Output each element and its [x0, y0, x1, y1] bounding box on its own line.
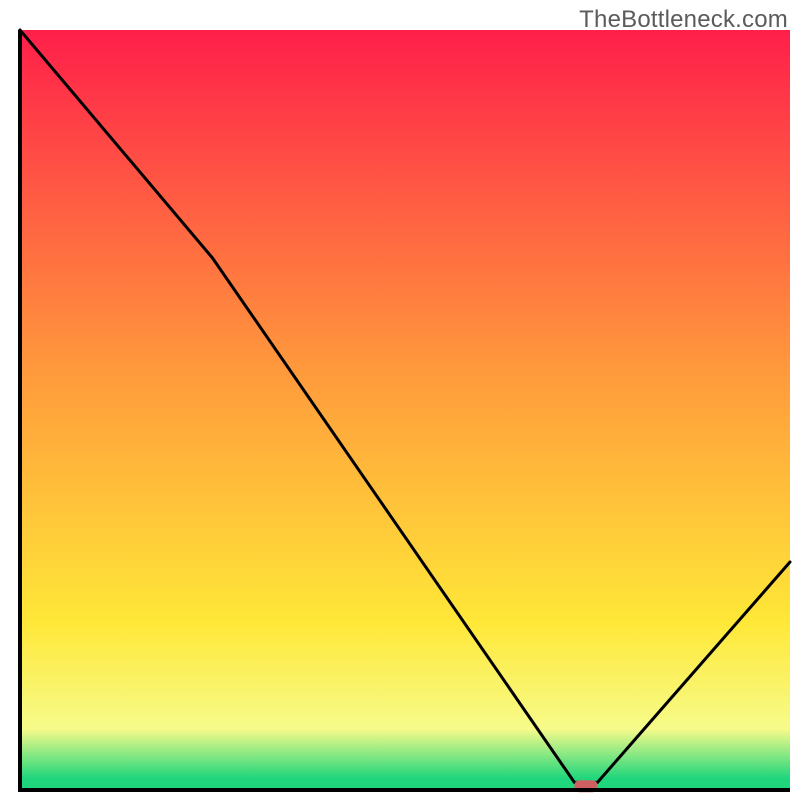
chart-container: TheBottleneck.com [0, 0, 800, 800]
bottleneck-chart [0, 0, 800, 800]
plot-background [20, 30, 790, 790]
